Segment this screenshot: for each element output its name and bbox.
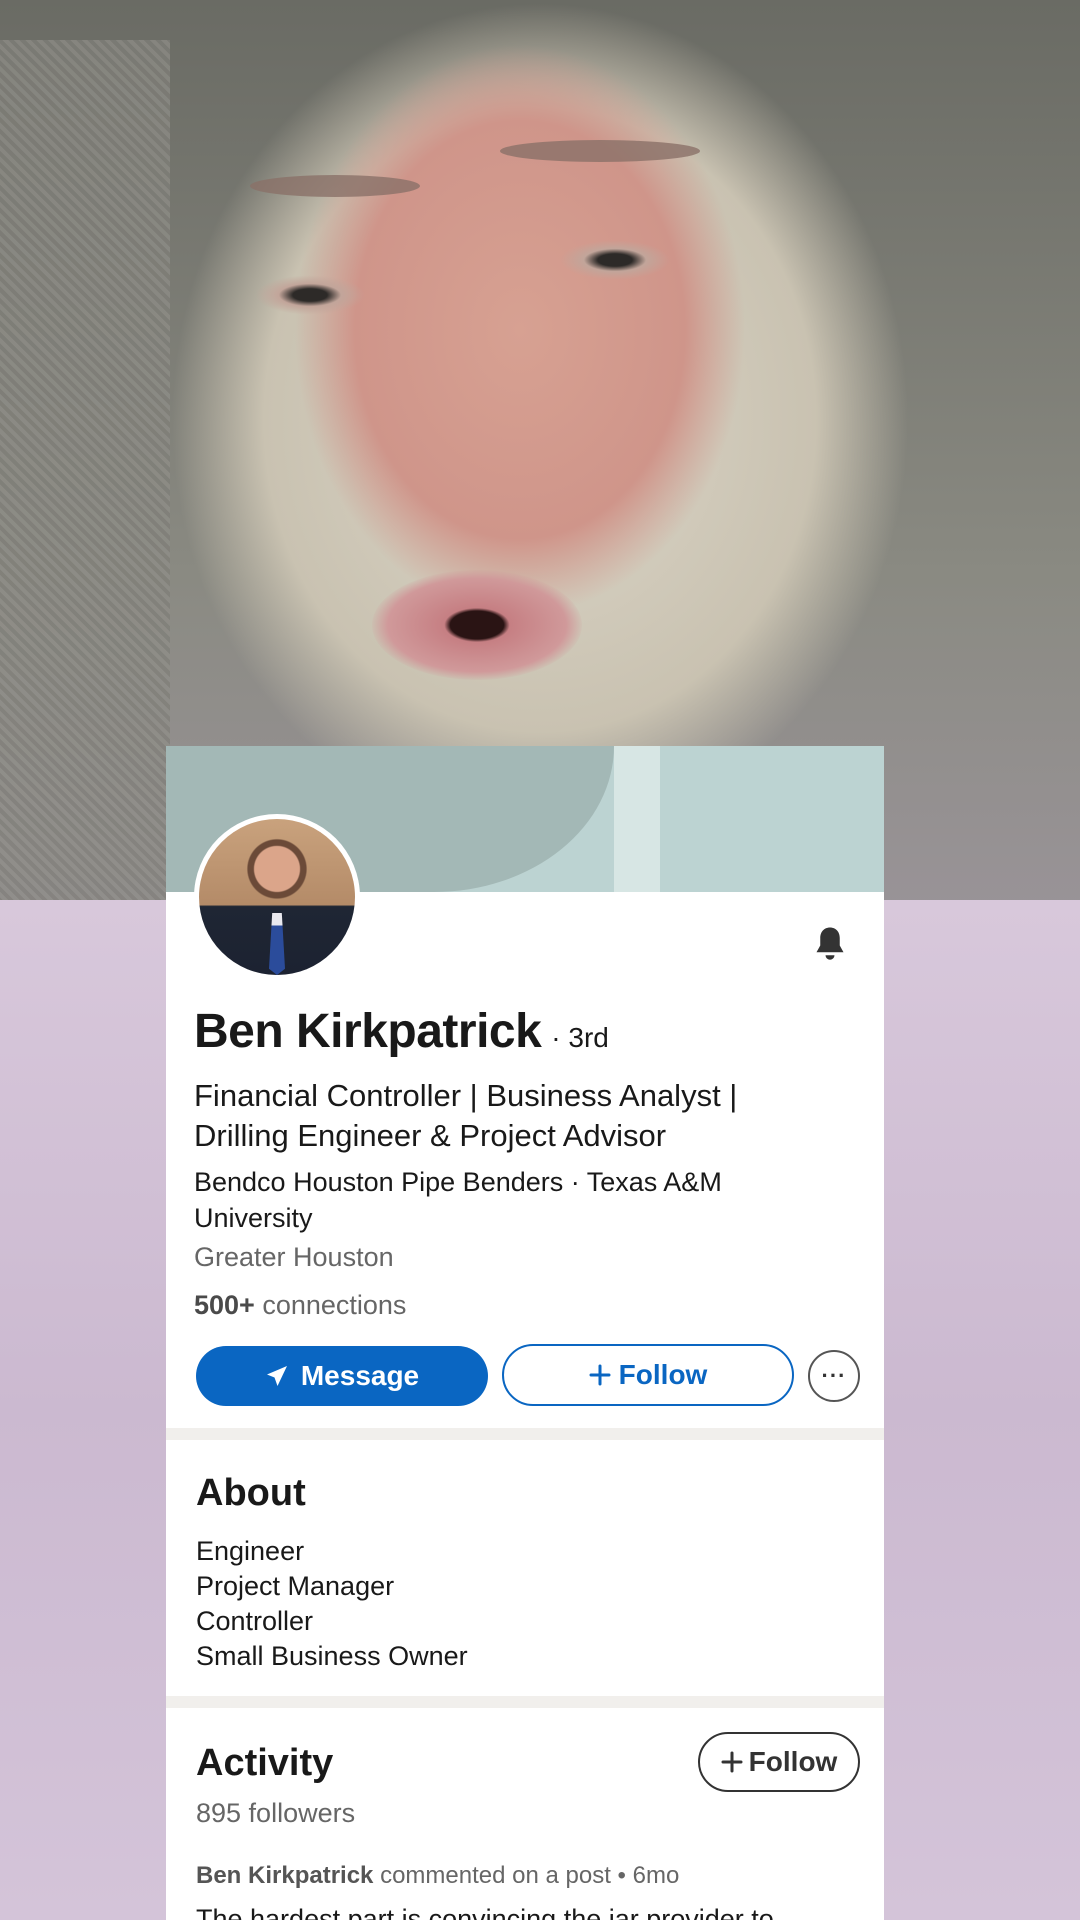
profile-headline: Financial Controller | Business Analyst …: [194, 1078, 738, 1153]
background-brow-left: [250, 175, 420, 197]
about-line: Engineer: [196, 1536, 305, 1566]
plus-icon: [721, 1751, 743, 1773]
about-line: Controller: [196, 1606, 314, 1636]
message-button[interactable]: Message: [196, 1346, 488, 1406]
plus-icon: [589, 1364, 611, 1386]
profile-connections[interactable]: 500+ connections: [194, 1290, 406, 1321]
connection-degree: · 3rd: [551, 1022, 609, 1053]
activity-author[interactable]: Ben Kirkpatrick: [196, 1862, 373, 1889]
activity-follow-label: Follow: [748, 1746, 838, 1777]
message-button-label: Message: [300, 1360, 420, 1391]
about-line: Small Business Owner: [196, 1641, 468, 1671]
ellipsis-icon: ···: [821, 1363, 847, 1388]
avatar[interactable]: [194, 814, 360, 980]
about-line: Project Manager: [196, 1571, 395, 1601]
background-brow-right: [500, 140, 700, 162]
banner-stripe: [614, 746, 660, 892]
followers-count: 895 followers: [196, 1798, 356, 1828]
follow-button[interactable]: Follow: [502, 1344, 794, 1406]
activity-snippet[interactable]: The hardest part is convincing the jar p…: [196, 1904, 774, 1920]
activity-time: • 6mo: [610, 1862, 680, 1889]
avatar-tie: [269, 913, 285, 975]
send-icon: [266, 1366, 287, 1386]
background-eye-left: [255, 275, 365, 315]
section-divider: [166, 1696, 884, 1708]
avatar-photo: [199, 819, 355, 975]
more-options-button[interactable]: ···: [808, 1350, 860, 1402]
activity-follow-button[interactable]: Follow: [698, 1732, 860, 1792]
profile-location: Greater Houston: [194, 1242, 394, 1272]
profile-company: Bendco Houston Pipe Benders · Texas A&M …: [194, 1167, 722, 1233]
activity-action: commented on a post: [373, 1862, 611, 1889]
background-mouth: [372, 570, 582, 680]
background-eye-right: [560, 240, 670, 280]
activity-meta: Ben Kirkpatrick commented on a post • 6m…: [196, 1862, 679, 1890]
background-chair-texture: [0, 40, 170, 920]
bell-icon[interactable]: [812, 924, 848, 964]
follow-button-label: Follow: [618, 1359, 708, 1390]
connections-count: 500+: [194, 1290, 255, 1320]
name-row: Ben Kirkpatrick · 3rd: [194, 1004, 609, 1059]
about-title: About: [196, 1472, 306, 1514]
profile-card: Ben Kirkpatrick · 3rd Financial Controll…: [166, 746, 884, 1920]
profile-name: Ben Kirkpatrick: [194, 1005, 542, 1058]
section-divider: [166, 1428, 884, 1440]
about-text: Engineer Project Manager Controller Smal…: [196, 1534, 468, 1674]
connections-label: connections: [254, 1290, 407, 1320]
activity-title: Activity: [196, 1742, 334, 1784]
